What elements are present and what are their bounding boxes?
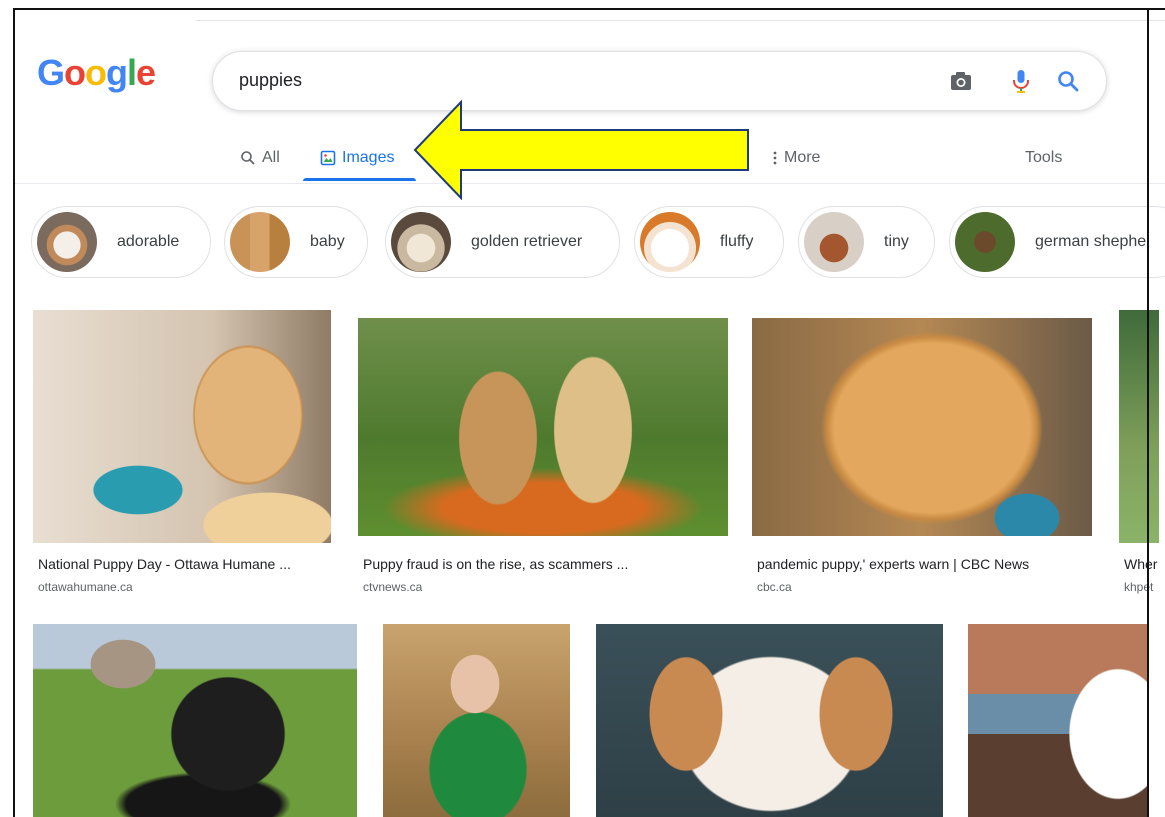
tab-images[interactable]: Images <box>320 143 394 173</box>
result-source[interactable]: ctvnews.ca <box>363 580 422 594</box>
chip-label: fluffy <box>720 233 754 250</box>
search-icon[interactable] <box>1053 66 1083 96</box>
tab-more[interactable]: More <box>772 143 820 173</box>
tools-label: Tools <box>1025 149 1063 166</box>
chip-label: baby <box>310 233 345 250</box>
chip-fluffy[interactable]: fluffy <box>634 206 784 278</box>
logo-letter: o <box>64 52 86 93</box>
result-title[interactable]: Puppy fraud is on the rise, as scammers … <box>363 556 628 572</box>
more-vertical-icon <box>773 151 777 165</box>
image-result[interactable] <box>596 624 944 817</box>
logo-letter: l <box>127 52 137 93</box>
result-thumbnail[interactable] <box>968 624 1149 817</box>
chip-thumbnail <box>955 212 1015 272</box>
chip-thumbnail <box>640 212 700 272</box>
result-thumbnail[interactable] <box>33 310 331 543</box>
image-result[interactable]: pandemic puppy,' experts warn | CBC News… <box>752 318 1094 610</box>
image-result[interactable] <box>968 624 1150 817</box>
image-result[interactable] <box>33 624 358 817</box>
logo-letter: e <box>136 52 156 93</box>
logo-letter: g <box>106 52 128 93</box>
google-logo[interactable]: Google <box>37 52 156 94</box>
chip-label: german shephe <box>1035 233 1147 250</box>
logo-letter: o <box>85 52 107 93</box>
microphone-icon[interactable] <box>1006 66 1036 96</box>
result-source[interactable]: cbc.ca <box>757 580 792 594</box>
camera-icon[interactable] <box>946 66 976 96</box>
image-result[interactable]: Wher khpet <box>1119 310 1159 610</box>
active-tab-indicator <box>303 178 416 181</box>
result-thumbnail[interactable] <box>752 318 1092 536</box>
chip-thumbnail <box>391 212 451 272</box>
tab-images-label: Images <box>342 149 395 166</box>
image-icon <box>320 150 336 166</box>
chip-label: adorable <box>117 233 180 250</box>
chip-thumbnail <box>230 212 290 272</box>
result-thumbnail[interactable] <box>1119 310 1159 543</box>
viewport-right-edge <box>1147 10 1149 817</box>
chip-baby[interactable]: baby <box>224 206 368 278</box>
result-title[interactable]: Wher <box>1124 556 1157 572</box>
result-thumbnail[interactable] <box>358 318 728 536</box>
tools-button[interactable]: Tools <box>1025 143 1062 173</box>
chip-tiny[interactable]: tiny <box>798 206 935 278</box>
tab-all[interactable]: All <box>240 143 280 173</box>
result-source[interactable]: ottawahumane.ca <box>38 580 133 594</box>
chip-german-shepherd[interactable]: german shephe <box>949 206 1165 278</box>
logo-letter: G <box>37 52 65 93</box>
chip-thumbnail <box>37 212 97 272</box>
result-thumbnail[interactable] <box>33 624 357 817</box>
chip-thumbnail <box>804 212 864 272</box>
result-title[interactable]: pandemic puppy,' experts warn | CBC News <box>757 556 1029 572</box>
tab-all-label: All <box>262 149 280 166</box>
result-thumbnail[interactable] <box>596 624 943 817</box>
chip-label: tiny <box>884 233 909 250</box>
result-thumbnail[interactable] <box>383 624 570 817</box>
result-title[interactable]: National Puppy Day - Ottawa Humane ... <box>38 556 291 572</box>
tab-more-label: More <box>784 149 821 166</box>
image-result[interactable]: Puppy fraud is on the rise, as scammers … <box>358 318 730 610</box>
search-query[interactable]: puppies <box>239 70 302 91</box>
chip-adorable[interactable]: adorable <box>31 206 211 278</box>
address-bar-edge <box>15 10 1165 22</box>
image-result[interactable]: National Puppy Day - Ottawa Humane ... o… <box>33 310 333 610</box>
chip-golden-retriever[interactable]: golden retriever <box>385 206 620 278</box>
chip-label: golden retriever <box>471 233 583 250</box>
search-icon <box>241 151 255 165</box>
browser-viewport: Google puppies All Images More Tools ado… <box>13 8 1165 817</box>
annotation-arrow-icon <box>413 100 749 200</box>
image-result[interactable] <box>383 624 571 817</box>
related-searches: adorable baby golden retriever fluffy ti… <box>31 202 1165 282</box>
